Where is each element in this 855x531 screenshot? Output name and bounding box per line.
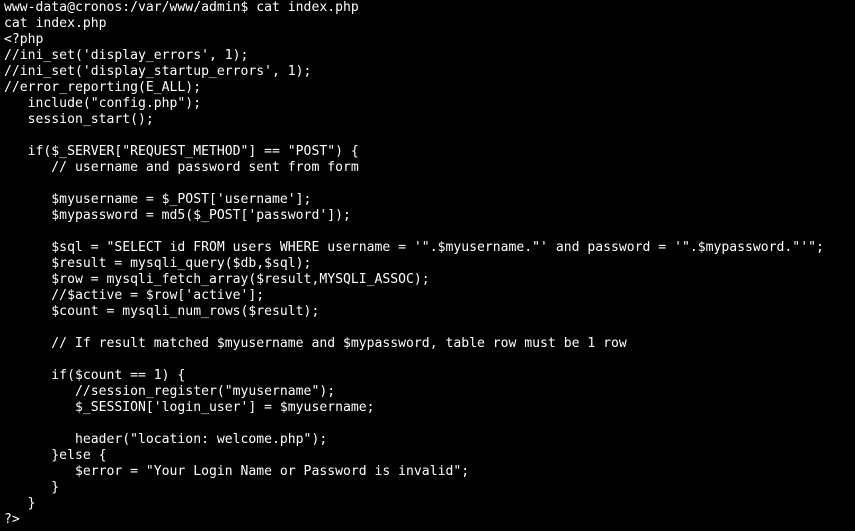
terminal-line: // username and password sent from form [4,160,359,175]
terminal-line: header("location: welcome.php"); [4,432,328,447]
terminal-line: $_SESSION['login_user'] = $myusername; [4,400,375,415]
terminal-line: } [4,496,36,511]
terminal-line: session_start(); [4,112,154,127]
terminal-line: $mypassword = md5($_POST['password']); [4,208,351,223]
terminal-line: // If result matched $myusername and $my… [4,336,627,351]
terminal-line: $row = mysqli_fetch_array($result,MYSQLI… [4,272,430,287]
terminal-line: ?> [4,512,20,527]
terminal-line: $count = mysqli_num_rows($result); [4,304,320,319]
terminal-line: cat index.php [4,16,107,31]
terminal-line: //ini_set('display_startup_errors', 1); [4,64,312,79]
terminal-line: <?php [4,32,44,47]
terminal-line: $result = mysqli_query($db,$sql); [4,256,312,271]
terminal-line: if($count == 1) { [4,368,186,383]
terminal-line: }else { [4,448,107,463]
terminal-line: } [4,480,60,495]
terminal-line: if($_SERVER["REQUEST_METHOD"] == "POST")… [4,144,359,159]
terminal-line: //$active = $row['active']; [4,288,265,303]
terminal-line: //session_register("myusername"); [4,384,336,399]
terminal-line: //ini_set('display_errors', 1); [4,48,249,63]
terminal-line: $sql = "SELECT id FROM users WHERE usern… [4,240,824,255]
terminal-window[interactable]: www-data@cronos:/var/www/admin$ cat inde… [0,0,855,531]
terminal-line: //error_reporting(E_ALL); [4,80,202,95]
terminal-line: $myusername = $_POST['username']; [4,192,312,207]
terminal-line: $error = "Your Login Name or Password is… [4,464,470,479]
terminal-prompt-line: www-data@cronos:/var/www/admin$ cat inde… [4,0,359,15]
terminal-line: include("config.php"); [4,96,202,111]
